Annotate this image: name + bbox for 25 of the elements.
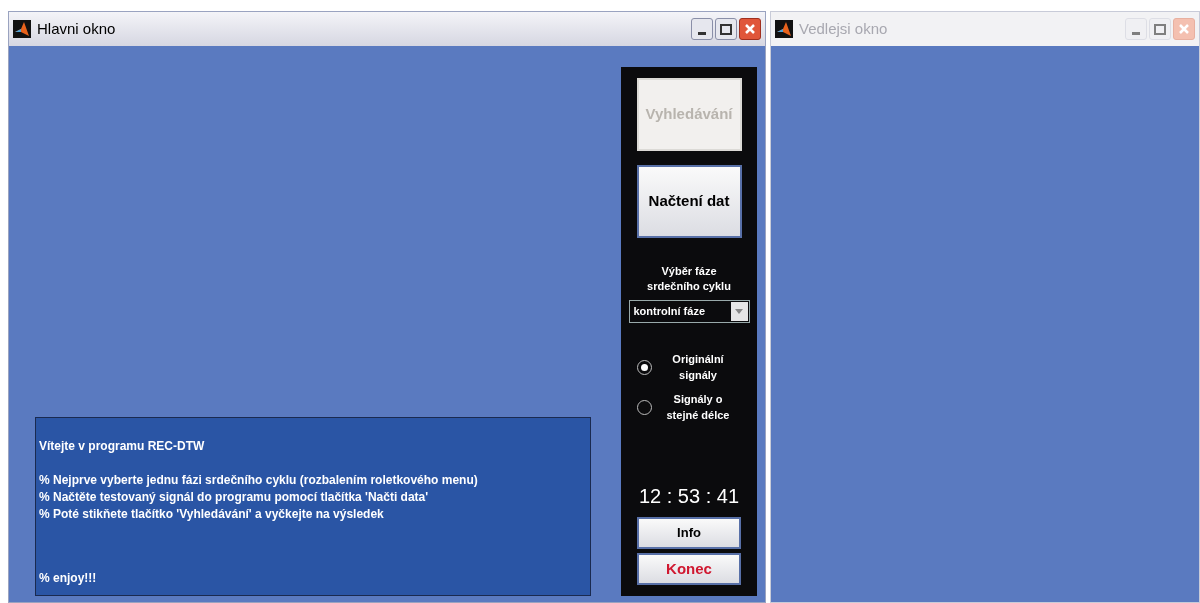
minimize-icon	[698, 31, 706, 35]
instruction-text: % Načtěte testovaný signál do programu pomocí tlačítka 'Načti data'	[39, 489, 430, 506]
closing-text: % enjoy!!!	[39, 570, 98, 587]
radio-label: Originální signály	[671, 352, 725, 383]
instruction-text: % Poté stikňete tlačítko 'Vyhledávání' a vyčkejte na výsledek	[39, 506, 385, 523]
maximize-icon	[1154, 23, 1166, 35]
minimize-icon	[1132, 31, 1140, 35]
exit-button[interactable]: Konec	[637, 553, 741, 585]
info-button[interactable]: Info	[637, 517, 741, 549]
window-title: Vedlejsi okno	[799, 18, 889, 39]
clock-text: 12 : 53 : 41	[638, 484, 740, 509]
instruction-text: % Nejprve vyberte jednu fázi srdečního cyklu (rozbalením roletkového menu)	[39, 472, 479, 489]
phase-label: Výběr fáze srdečního cyklu	[646, 264, 732, 294]
phase-dropdown[interactable]: kontrolní fáze	[628, 300, 750, 323]
radio-label: Signály o stejné délce	[665, 392, 731, 423]
minimize-button[interactable]	[691, 18, 713, 40]
maximize-icon	[720, 23, 732, 35]
close-icon	[1178, 23, 1190, 35]
window-title: Hlavni okno	[37, 18, 117, 39]
action-button[interactable]: Načtení dat	[636, 165, 742, 238]
close-icon	[744, 23, 756, 35]
welcome-text: Vítejte v programu REC-DTW	[39, 438, 206, 455]
close-button[interactable]	[739, 18, 761, 40]
caret-icon	[730, 302, 748, 321]
maximize-button[interactable]	[715, 18, 737, 40]
